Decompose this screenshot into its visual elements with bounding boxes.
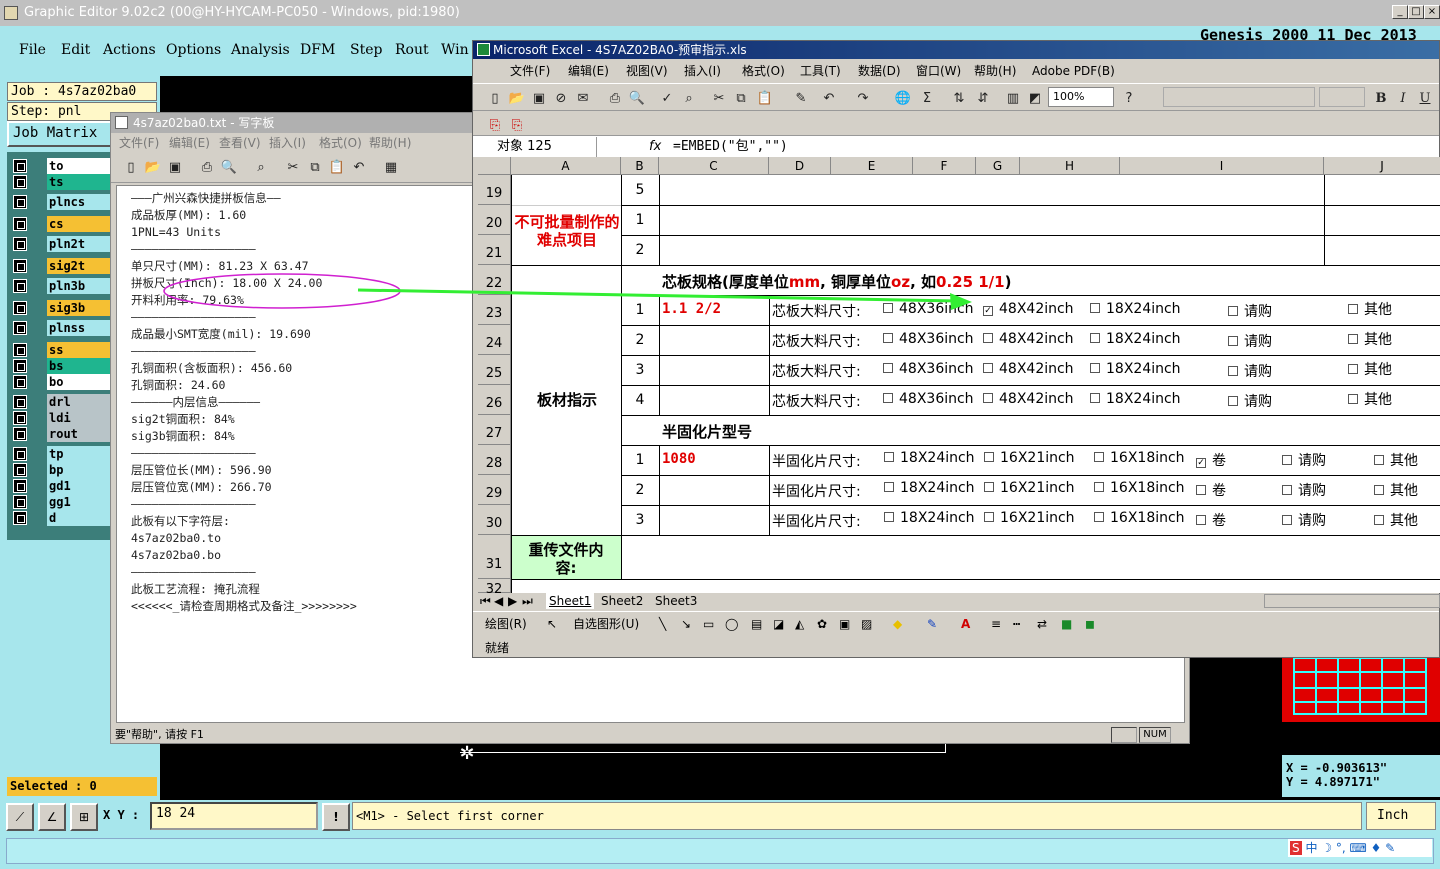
- annotation-arrow: [357, 288, 972, 310]
